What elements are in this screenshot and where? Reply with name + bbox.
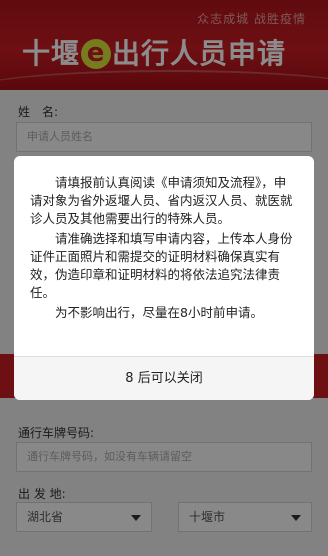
dialog-paragraph: 为不影响出行，尽量在8小时前申请。	[55, 305, 263, 320]
close-button[interactable]: 8 后可以关闭	[14, 356, 314, 400]
dialog-paragraph: 请填报前认真阅读《申请须知及流程》，申请对象为省外返堰人员、省内返汉人员、就医就…	[30, 175, 293, 226]
notice-dialog: 请填报前认真阅读《申请须知及流程》，申请对象为省外返堰人员、省内返汉人员、就医就…	[14, 156, 314, 400]
dialog-body: 请填报前认真阅读《申请须知及流程》，申请对象为省外返堰人员、省内返汉人员、就医就…	[14, 156, 314, 322]
dialog-paragraph: 请准确选择和填写申请内容，上传本人身份证件正面照片和需提交的证明材料确保真实有效…	[30, 231, 293, 300]
